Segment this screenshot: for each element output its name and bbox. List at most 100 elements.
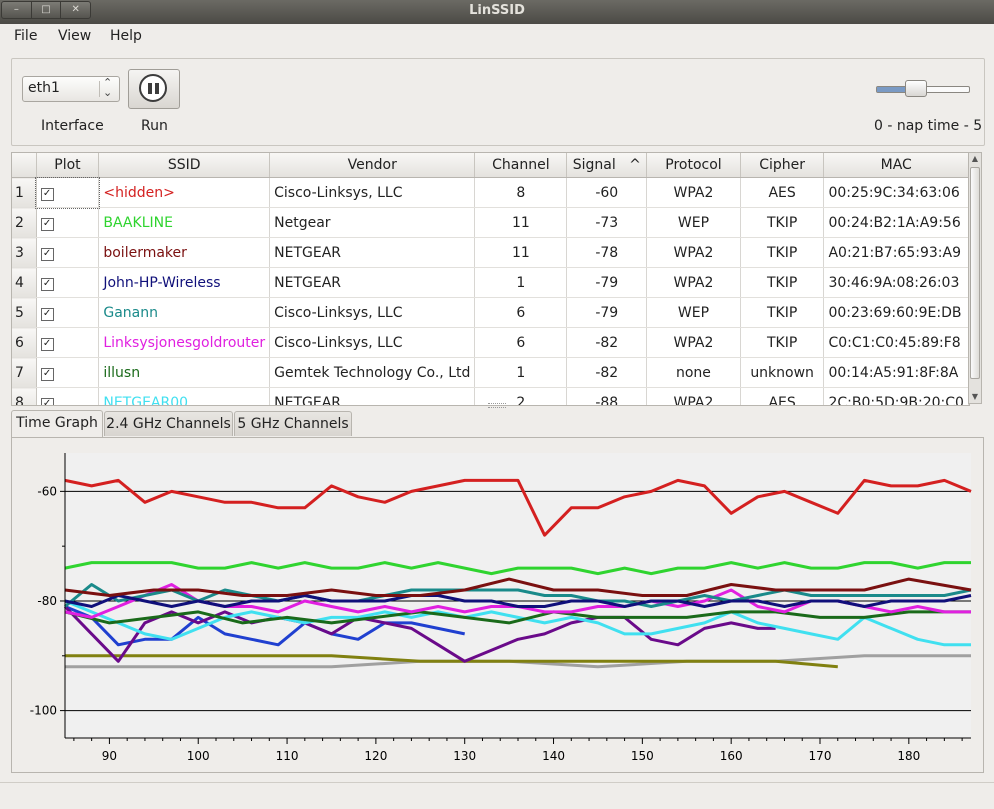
plot-checkbox[interactable]: ✓: [40, 368, 54, 381]
ssid-cell: John-HP-Wireless: [98, 267, 271, 298]
table-row[interactable]: 5 ✓ Ganann Cisco-Linksys, LLC 6 -79 WEP TKIP 00:…: [12, 297, 969, 328]
menu-file[interactable]: File: [14, 28, 37, 44]
splitter-handle[interactable]: [488, 403, 506, 408]
scroll-up-icon[interactable]: ▲: [969, 153, 981, 165]
header-signal[interactable]: Signal ^: [566, 153, 648, 178]
cipher-cell: AES: [740, 177, 825, 208]
plot-checkbox[interactable]: ✓: [40, 308, 54, 321]
table-row[interactable]: 2 ✓ BAAKLINE Netgear 11 -73 WEP TKIP 00:24:B2:1A…: [12, 207, 969, 238]
ssid-cell: boilermaker: [98, 237, 271, 268]
plot-cell[interactable]: ✓: [36, 267, 100, 298]
x-tick-label: 100: [187, 749, 210, 763]
x-tick-label: 180: [897, 749, 920, 763]
table-row[interactable]: 4 ✓ John-HP-Wireless NETGEAR 1 -79 WPA2 TKIP 30:…: [12, 267, 969, 298]
sort-ascending-icon: ^: [629, 157, 641, 173]
header-channel[interactable]: Channel: [474, 153, 568, 178]
y-tick-label: -80: [37, 594, 57, 608]
header-plot[interactable]: Plot: [36, 153, 100, 178]
plot-cell[interactable]: ✓: [36, 327, 100, 358]
menu-help[interactable]: Help: [110, 28, 142, 44]
plot-cell[interactable]: ✓: [35, 176, 100, 209]
vendor-cell: Gemtek Technology Co., Ltd: [269, 357, 476, 388]
cipher-cell: unknown: [740, 357, 825, 388]
mac-cell: A0:21:B7:65:93:A9: [823, 237, 969, 268]
plot-cell[interactable]: ✓: [36, 387, 100, 405]
row-number: 7: [12, 357, 37, 388]
y-tick-label: -100: [30, 704, 57, 718]
time-graph-chart: -60 -80 -100 90 100 110 120 130 140 150 160 170 180: [30, 453, 972, 763]
vendor-cell: Netgear: [269, 207, 476, 238]
header-cipher[interactable]: Cipher: [740, 153, 825, 178]
plot-checkbox[interactable]: ✓: [40, 398, 54, 405]
title-bar: – □ ✕ LinSSID: [0, 0, 994, 24]
interface-label: Interface: [41, 118, 104, 134]
signal-cell: -82: [566, 327, 648, 358]
window-title: LinSSID: [469, 3, 525, 18]
run-label: Run: [141, 118, 168, 134]
x-tick-label: 90: [102, 749, 117, 763]
signal-cell: -78: [566, 237, 648, 268]
signal-cell: -73: [566, 207, 648, 238]
row-number: 2: [12, 207, 37, 238]
row-number: 5: [12, 297, 37, 328]
protocol-cell: WPA2: [646, 327, 741, 358]
time-graph-panel: -60 -80 -100 90 100 110 120 130 140 150 160 170 180: [11, 437, 984, 773]
protocol-cell: WPA2: [646, 267, 741, 298]
header-mac[interactable]: MAC: [823, 153, 969, 178]
combo-separator: [99, 81, 100, 97]
table-row[interactable]: 6 ✓ Linksysjonesgoldrouter Cisco-Linksys, L…: [12, 327, 969, 358]
table-header: Plot SSID Vendor Channel Signal ^ Protoc…: [12, 153, 969, 178]
row-number: 3: [12, 237, 37, 268]
slider-handle[interactable]: [905, 80, 927, 97]
table-row[interactable]: 7 ✓ illusn Gemtek Technology Co., Ltd 1 -82 no…: [12, 357, 969, 388]
cipher-cell: TKIP: [740, 267, 825, 298]
vendor-cell: Cisco-Linksys, LLC: [269, 327, 476, 358]
table-scrollbar[interactable]: ▲ ▼: [968, 152, 982, 404]
vendor-cell: NETGEAR: [269, 237, 476, 268]
tab-5-ghz[interactable]: 5 GHz Channels: [234, 411, 352, 436]
row-number: 6: [12, 327, 37, 358]
plot-cell[interactable]: ✓: [36, 297, 100, 328]
protocol-cell: WPA2: [646, 177, 741, 208]
signal-cell: -79: [566, 297, 648, 328]
x-tick-label: 160: [720, 749, 743, 763]
ssid-cell: Linksysjonesgoldrouter: [98, 327, 271, 358]
tab-time-graph[interactable]: Time Graph: [11, 410, 103, 437]
plot-cell[interactable]: ✓: [36, 237, 100, 268]
plot-checkbox[interactable]: ✓: [40, 188, 54, 201]
interface-select[interactable]: eth1 ⌃ ⌄: [22, 76, 120, 102]
plot-checkbox[interactable]: ✓: [40, 218, 54, 231]
cipher-cell: TKIP: [740, 297, 825, 328]
plot-checkbox[interactable]: ✓: [40, 338, 54, 351]
protocol-cell: WEP: [646, 297, 741, 328]
plot-checkbox[interactable]: ✓: [40, 278, 54, 291]
plot-cell[interactable]: ✓: [36, 207, 100, 238]
row-number: 4: [12, 267, 37, 298]
vendor-cell: Cisco-Linksys, LLC: [269, 297, 476, 328]
vendor-cell: Cisco-Linksys, LLC: [269, 177, 476, 208]
tab-2-4-ghz[interactable]: 2.4 GHz Channels: [104, 411, 233, 436]
menu-view[interactable]: View: [58, 28, 91, 44]
table-row[interactable]: 1 ✓ <hidden> Cisco-Linksys, LLC 8 -60 WPA2 AES 0…: [12, 176, 969, 209]
scroll-down-icon[interactable]: ▼: [969, 391, 981, 403]
x-tick-label: 120: [364, 749, 387, 763]
table-row[interactable]: 3 ✓ boilermaker NETGEAR 11 -78 WPA2 TKIP A0:21:B…: [12, 237, 969, 268]
interface-value: eth1: [28, 80, 60, 96]
ssid-cell: illusn: [98, 357, 271, 388]
scroll-thumb[interactable]: [970, 167, 980, 379]
plot-checkbox[interactable]: ✓: [40, 248, 54, 261]
plot-cell[interactable]: ✓: [36, 357, 100, 388]
cipher-cell: AES: [740, 387, 825, 405]
menu-bar: File View Help: [0, 24, 994, 50]
vendor-cell: NETGEAR: [269, 267, 476, 298]
run-pause-button[interactable]: [128, 69, 180, 109]
ssid-cell: Ganann: [98, 297, 271, 328]
header-protocol[interactable]: Protocol: [646, 153, 741, 178]
header-vendor[interactable]: Vendor: [269, 153, 476, 178]
mac-cell: 00:23:69:60:9E:DB: [823, 297, 969, 328]
status-bar: [0, 782, 994, 809]
ssid-cell: <hidden>: [98, 177, 271, 208]
row-number: 8: [12, 387, 37, 405]
protocol-cell: WPA2: [646, 387, 741, 405]
header-ssid[interactable]: SSID: [98, 153, 271, 178]
